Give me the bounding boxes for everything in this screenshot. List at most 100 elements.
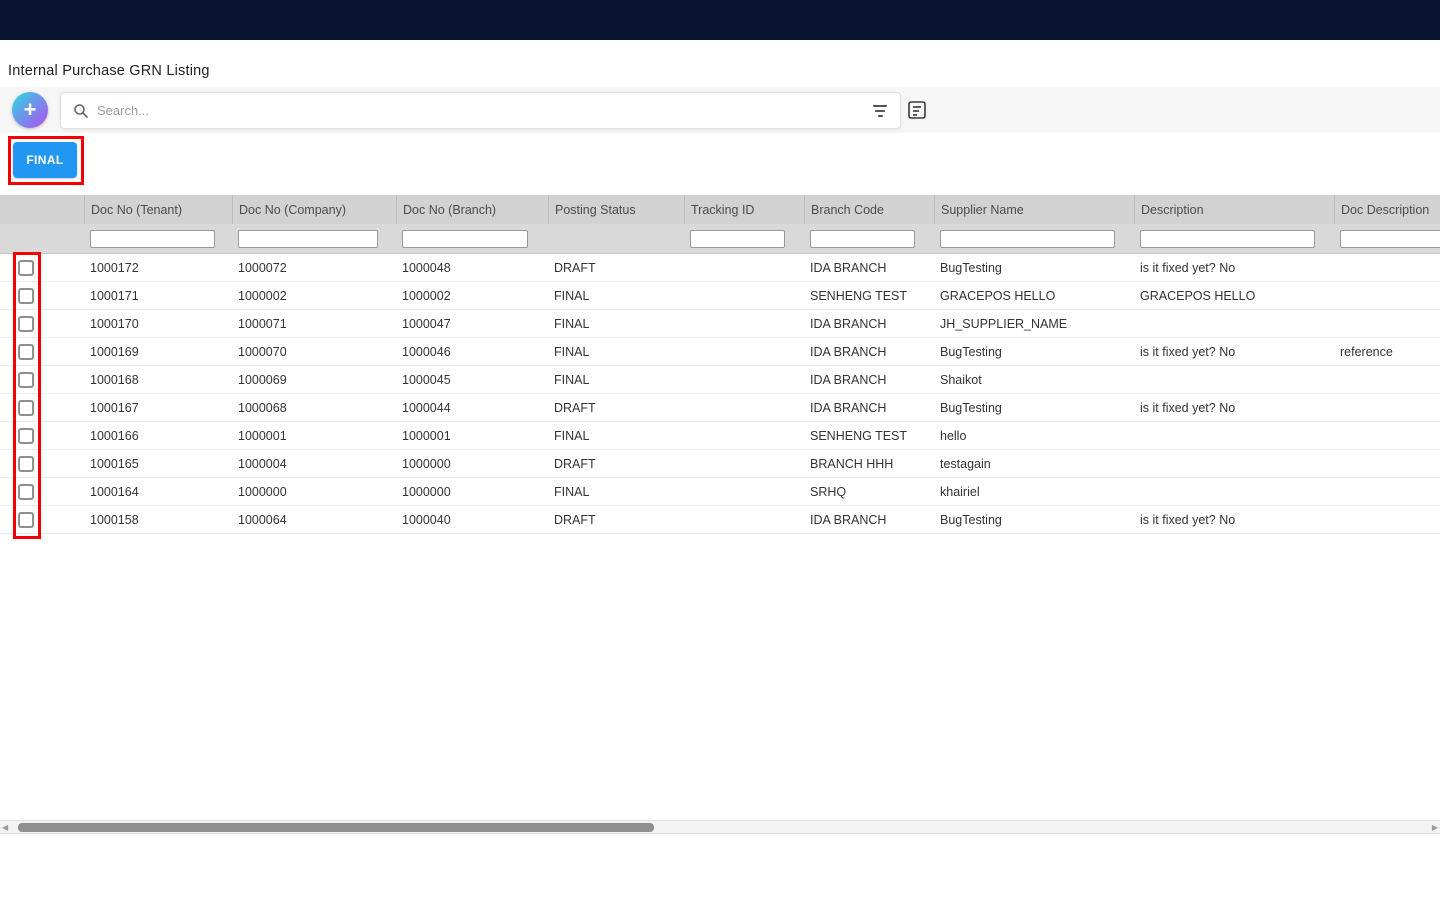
column-header-branch-code[interactable]: Branch Code xyxy=(804,195,934,224)
filter-cell-doc-no-tenant xyxy=(84,224,232,253)
cell-tracking-id xyxy=(684,450,804,477)
cell-posting-status: FINAL xyxy=(554,288,590,303)
table-filter-row xyxy=(0,224,1440,254)
row-select-cell xyxy=(0,254,84,281)
table-row[interactable]: 1000172 1000072 1000048 DRAFT IDA BRANCH BugT… xyxy=(0,254,1440,282)
row-select-cell xyxy=(0,338,84,365)
table-row[interactable]: 1000170 1000071 1000047 FINAL IDA BRANCH JH_S… xyxy=(0,310,1440,338)
plus-icon: + xyxy=(23,97,37,122)
cell-doc-no-branch: 1000000 xyxy=(402,484,451,499)
filter-cell-description xyxy=(1134,224,1334,253)
cell-branch-code: SENHENG TEST xyxy=(810,288,908,303)
cell-supplier-name: JH_SUPPLIER_NAME xyxy=(940,316,1068,331)
row-select-cell xyxy=(0,478,84,505)
table-row[interactable]: 1000158 1000064 1000040 DRAFT IDA BRANCH BugT… xyxy=(0,506,1440,534)
column-header-doc-no-branch[interactable]: Doc No (Branch) xyxy=(396,195,548,224)
column-header-tracking-id[interactable]: Tracking ID xyxy=(684,195,804,224)
cell-posting-status: FINAL xyxy=(554,372,590,387)
cell-posting-status: FINAL xyxy=(554,316,590,331)
column-header-posting-status[interactable]: Posting Status xyxy=(548,195,684,224)
app-top-bar xyxy=(0,0,1440,40)
cell-posting-status: DRAFT xyxy=(554,512,596,527)
cell-doc-no-branch: 1000002 xyxy=(402,288,451,303)
page-title: Internal Purchase GRN Listing xyxy=(8,63,210,79)
column-header-doc-no-tenant[interactable]: Doc No (Tenant) xyxy=(84,195,232,224)
cell-doc-no-branch: 1000040 xyxy=(402,512,451,527)
add-button[interactable]: + xyxy=(12,92,48,128)
cell-tracking-id xyxy=(684,366,804,393)
cell-doc-no-branch: 1000000 xyxy=(402,456,451,471)
horizontal-scrollbar[interactable]: ◀ ▶ xyxy=(0,820,1440,834)
table-row[interactable]: 1000167 1000068 1000044 DRAFT IDA BRANCH BugT… xyxy=(0,394,1440,422)
row-select-cell xyxy=(0,366,84,393)
cell-doc-no-tenant: 1000165 xyxy=(90,456,139,471)
cell-doc-no-tenant: 1000166 xyxy=(90,428,139,443)
column-header-select xyxy=(0,195,84,224)
row-checkbox[interactable] xyxy=(18,371,34,388)
row-select-cell xyxy=(0,450,84,477)
row-checkbox[interactable] xyxy=(18,399,34,416)
cell-description: is it fixed yet? No xyxy=(1140,344,1236,359)
filter-input-branch-code[interactable] xyxy=(810,229,915,248)
filter-input-supplier-name[interactable] xyxy=(940,229,1115,248)
cell-doc-no-company: 1000001 xyxy=(238,428,287,443)
cell-doc-no-company: 1000004 xyxy=(238,456,287,471)
cell-branch-code: IDA BRANCH xyxy=(810,400,887,415)
cell-posting-status: DRAFT xyxy=(554,400,596,415)
column-chooser-icon[interactable] xyxy=(906,99,928,121)
row-checkbox[interactable] xyxy=(18,483,34,500)
row-checkbox[interactable] xyxy=(18,343,34,360)
table-row[interactable]: 1000165 1000004 1000000 DRAFT BRANCH HHH test… xyxy=(0,450,1440,478)
filter-cell-doc-description xyxy=(1334,224,1440,253)
search-input[interactable] xyxy=(95,102,872,119)
filter-input-doc-no-branch[interactable] xyxy=(402,229,528,248)
cell-doc-no-tenant: 1000158 xyxy=(90,512,139,527)
filter-input-doc-description[interactable] xyxy=(1340,229,1440,248)
column-header-doc-description[interactable]: Doc Description xyxy=(1334,195,1440,224)
cell-posting-status: FINAL xyxy=(554,428,590,443)
scroll-left-icon[interactable]: ◀ xyxy=(2,823,8,833)
row-select-cell xyxy=(0,394,84,421)
cell-description xyxy=(1134,450,1334,477)
cell-tracking-id xyxy=(684,338,804,365)
cell-tracking-id xyxy=(684,254,804,281)
filter-input-tracking-id[interactable] xyxy=(690,229,785,248)
scroll-right-icon[interactable]: ▶ xyxy=(1432,823,1438,833)
column-header-doc-no-company[interactable]: Doc No (Company) xyxy=(232,195,396,224)
cell-doc-no-company: 1000070 xyxy=(238,344,287,359)
scrollbar-thumb[interactable] xyxy=(18,823,654,832)
cell-description: is it fixed yet? No xyxy=(1140,512,1236,527)
filter-icon[interactable] xyxy=(872,104,888,117)
row-checkbox[interactable] xyxy=(18,455,34,472)
cell-doc-no-company: 1000068 xyxy=(238,400,287,415)
row-checkbox[interactable] xyxy=(18,259,34,276)
cell-supplier-name: BugTesting xyxy=(940,400,1002,415)
column-header-description[interactable]: Description xyxy=(1134,195,1334,224)
filter-input-doc-no-tenant[interactable] xyxy=(90,229,215,248)
column-header-supplier-name[interactable]: Supplier Name xyxy=(934,195,1134,224)
cell-doc-description xyxy=(1334,506,1440,533)
row-checkbox[interactable] xyxy=(18,287,34,304)
table-row[interactable]: 1000168 1000069 1000045 FINAL IDA BRANCH Shai… xyxy=(0,366,1440,394)
cell-description xyxy=(1134,310,1334,337)
final-button[interactable]: FINAL xyxy=(13,142,77,178)
cell-posting-status: DRAFT xyxy=(554,260,596,275)
table-row[interactable]: 1000171 1000002 1000002 FINAL SENHENG TEST GR… xyxy=(0,282,1440,310)
filter-cell-doc-no-company xyxy=(232,224,396,253)
cell-doc-description: reference xyxy=(1340,344,1393,359)
search-box[interactable] xyxy=(60,92,901,129)
filter-input-doc-no-company[interactable] xyxy=(238,229,378,248)
filter-input-description[interactable] xyxy=(1140,229,1315,248)
table-row[interactable]: 1000169 1000070 1000046 FINAL IDA BRANCH BugT… xyxy=(0,338,1440,366)
row-checkbox[interactable] xyxy=(18,427,34,444)
cell-doc-no-tenant: 1000170 xyxy=(90,316,139,331)
row-checkbox[interactable] xyxy=(18,511,34,528)
cell-supplier-name: BugTesting xyxy=(940,260,1002,275)
search-icon xyxy=(74,103,88,118)
cell-supplier-name: GRACEPOS HELLO xyxy=(940,288,1056,303)
table-row[interactable]: 1000166 1000001 1000001 FINAL SENHENG TEST he… xyxy=(0,422,1440,450)
row-checkbox[interactable] xyxy=(18,315,34,332)
cell-doc-description xyxy=(1334,422,1440,449)
table-row[interactable]: 1000164 1000000 1000000 FINAL SRHQ khairiel xyxy=(0,478,1440,506)
cell-branch-code: BRANCH HHH xyxy=(810,456,894,471)
